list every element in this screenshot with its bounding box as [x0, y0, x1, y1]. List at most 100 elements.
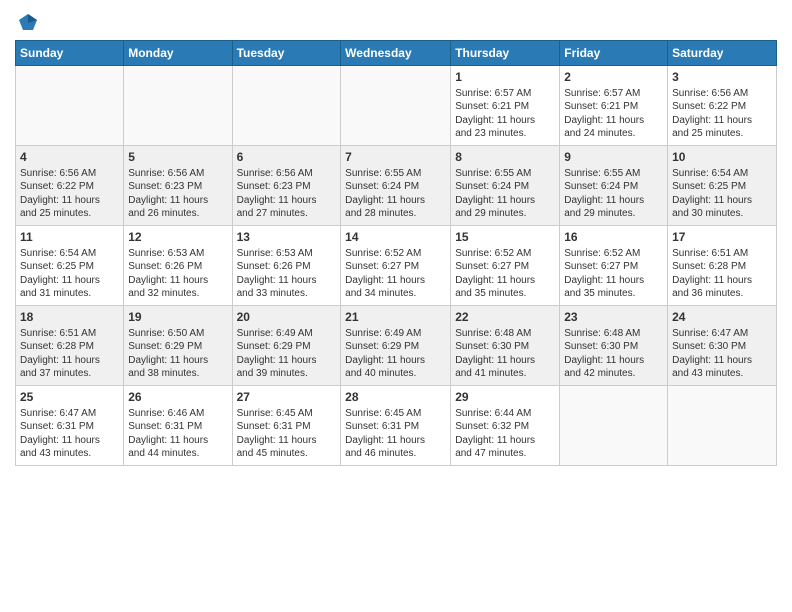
calendar-cell: 18Sunrise: 6:51 AM Sunset: 6:28 PM Dayli…	[16, 306, 124, 386]
day-info: Sunrise: 6:52 AM Sunset: 6:27 PM Dayligh…	[345, 247, 446, 301]
day-number: 21	[345, 309, 446, 326]
header-row	[15, 10, 777, 34]
calendar-table: SundayMondayTuesdayWednesdayThursdayFrid…	[15, 40, 777, 466]
day-info: Sunrise: 6:56 AM Sunset: 6:23 PM Dayligh…	[237, 167, 337, 221]
logo-flag-icon	[17, 12, 39, 34]
day-info: Sunrise: 6:52 AM Sunset: 6:27 PM Dayligh…	[564, 247, 663, 301]
day-info: Sunrise: 6:55 AM Sunset: 6:24 PM Dayligh…	[345, 167, 446, 221]
header-wednesday: Wednesday	[341, 41, 451, 66]
day-number: 2	[564, 69, 663, 86]
day-info: Sunrise: 6:45 AM Sunset: 6:31 PM Dayligh…	[237, 407, 337, 461]
header-row-days: SundayMondayTuesdayWednesdayThursdayFrid…	[16, 41, 777, 66]
calendar-cell: 13Sunrise: 6:53 AM Sunset: 6:26 PM Dayli…	[232, 226, 341, 306]
calendar-cell: 28Sunrise: 6:45 AM Sunset: 6:31 PM Dayli…	[341, 386, 451, 466]
calendar-body: 1 Sunrise: 6:57 AM Sunset: 6:21 PM Daylig…	[16, 66, 777, 466]
day-number: 28	[345, 389, 446, 406]
day-info: Sunrise: 6:56 AM Sunset: 6:22 PM Dayligh…	[20, 167, 119, 221]
day-number: 9	[564, 149, 663, 166]
day-info: Sunrise: 6:54 AM Sunset: 6:25 PM Dayligh…	[20, 247, 119, 301]
day-info: Sunrise: 6:50 AM Sunset: 6:29 PM Dayligh…	[128, 327, 227, 381]
calendar-cell: 29Sunrise: 6:44 AM Sunset: 6:32 PM Dayli…	[451, 386, 560, 466]
calendar-cell	[668, 386, 777, 466]
calendar-cell	[560, 386, 668, 466]
calendar-cell: 10Sunrise: 6:54 AM Sunset: 6:25 PM Dayli…	[668, 146, 777, 226]
day-number: 4	[20, 149, 119, 166]
day-number: 20	[237, 309, 337, 326]
calendar-week-5: 25Sunrise: 6:47 AM Sunset: 6:31 PM Dayli…	[16, 386, 777, 466]
calendar-week-4: 18Sunrise: 6:51 AM Sunset: 6:28 PM Dayli…	[16, 306, 777, 386]
header-tuesday: Tuesday	[232, 41, 341, 66]
day-number: 24	[672, 309, 772, 326]
header-friday: Friday	[560, 41, 668, 66]
day-number: 25	[20, 389, 119, 406]
calendar-cell: 3Sunrise: 6:56 AM Sunset: 6:22 PM Daylig…	[668, 66, 777, 146]
day-number: 12	[128, 229, 227, 246]
day-number: 1	[455, 69, 555, 86]
day-info: Sunrise: 6:55 AM Sunset: 6:24 PM Dayligh…	[455, 167, 555, 221]
calendar-cell	[341, 66, 451, 146]
day-info: Sunrise: 6:57 AM Sunset: 6:21 PM Dayligh…	[564, 87, 663, 141]
day-info: Sunrise: 6:56 AM Sunset: 6:23 PM Dayligh…	[128, 167, 227, 221]
calendar-cell: 14Sunrise: 6:52 AM Sunset: 6:27 PM Dayli…	[341, 226, 451, 306]
day-number: 13	[237, 229, 337, 246]
calendar-cell	[16, 66, 124, 146]
calendar-cell: 22Sunrise: 6:48 AM Sunset: 6:30 PM Dayli…	[451, 306, 560, 386]
day-info: Sunrise: 6:56 AM Sunset: 6:22 PM Dayligh…	[672, 87, 772, 141]
logo	[15, 14, 39, 34]
calendar-cell: 12Sunrise: 6:53 AM Sunset: 6:26 PM Dayli…	[124, 226, 232, 306]
calendar-cell: 15Sunrise: 6:52 AM Sunset: 6:27 PM Dayli…	[451, 226, 560, 306]
day-number: 27	[237, 389, 337, 406]
page: SundayMondayTuesdayWednesdayThursdayFrid…	[0, 0, 792, 476]
day-info: Sunrise: 6:49 AM Sunset: 6:29 PM Dayligh…	[345, 327, 446, 381]
day-number: 14	[345, 229, 446, 246]
calendar-cell: 20Sunrise: 6:49 AM Sunset: 6:29 PM Dayli…	[232, 306, 341, 386]
calendar-cell: 17Sunrise: 6:51 AM Sunset: 6:28 PM Dayli…	[668, 226, 777, 306]
day-number: 5	[128, 149, 227, 166]
header-saturday: Saturday	[668, 41, 777, 66]
calendar-cell: 4Sunrise: 6:56 AM Sunset: 6:22 PM Daylig…	[16, 146, 124, 226]
day-info: Sunrise: 6:51 AM Sunset: 6:28 PM Dayligh…	[20, 327, 119, 381]
day-info: Sunrise: 6:44 AM Sunset: 6:32 PM Dayligh…	[455, 407, 555, 461]
calendar-week-2: 4Sunrise: 6:56 AM Sunset: 6:22 PM Daylig…	[16, 146, 777, 226]
calendar-cell: 27Sunrise: 6:45 AM Sunset: 6:31 PM Dayli…	[232, 386, 341, 466]
calendar-header: SundayMondayTuesdayWednesdayThursdayFrid…	[16, 41, 777, 66]
day-info: Sunrise: 6:46 AM Sunset: 6:31 PM Dayligh…	[128, 407, 227, 461]
calendar-week-3: 11Sunrise: 6:54 AM Sunset: 6:25 PM Dayli…	[16, 226, 777, 306]
calendar-cell: 9Sunrise: 6:55 AM Sunset: 6:24 PM Daylig…	[560, 146, 668, 226]
header-monday: Monday	[124, 41, 232, 66]
day-info: Sunrise: 6:53 AM Sunset: 6:26 PM Dayligh…	[128, 247, 227, 301]
day-info: Sunrise: 6:54 AM Sunset: 6:25 PM Dayligh…	[672, 167, 772, 221]
day-number: 29	[455, 389, 555, 406]
day-info: Sunrise: 6:48 AM Sunset: 6:30 PM Dayligh…	[564, 327, 663, 381]
day-number: 18	[20, 309, 119, 326]
day-number: 7	[345, 149, 446, 166]
day-number: 11	[20, 229, 119, 246]
day-info: Sunrise: 6:55 AM Sunset: 6:24 PM Dayligh…	[564, 167, 663, 221]
day-number: 10	[672, 149, 772, 166]
calendar-cell: 11Sunrise: 6:54 AM Sunset: 6:25 PM Dayli…	[16, 226, 124, 306]
day-info: Sunrise: 6:49 AM Sunset: 6:29 PM Dayligh…	[237, 327, 337, 381]
day-number: 26	[128, 389, 227, 406]
calendar-cell: 6Sunrise: 6:56 AM Sunset: 6:23 PM Daylig…	[232, 146, 341, 226]
calendar-cell	[232, 66, 341, 146]
calendar-cell: 8Sunrise: 6:55 AM Sunset: 6:24 PM Daylig…	[451, 146, 560, 226]
day-info: Sunrise: 6:47 AM Sunset: 6:30 PM Dayligh…	[672, 327, 772, 381]
day-number: 17	[672, 229, 772, 246]
day-number: 16	[564, 229, 663, 246]
calendar-cell: 19Sunrise: 6:50 AM Sunset: 6:29 PM Dayli…	[124, 306, 232, 386]
day-number: 19	[128, 309, 227, 326]
calendar-week-1: 1 Sunrise: 6:57 AM Sunset: 6:21 PM Daylig…	[16, 66, 777, 146]
header-sunday: Sunday	[16, 41, 124, 66]
calendar-cell: 26Sunrise: 6:46 AM Sunset: 6:31 PM Dayli…	[124, 386, 232, 466]
day-info: Sunrise: 6:52 AM Sunset: 6:27 PM Dayligh…	[455, 247, 555, 301]
day-info: Sunrise: 6:53 AM Sunset: 6:26 PM Dayligh…	[237, 247, 337, 301]
calendar-cell: 23Sunrise: 6:48 AM Sunset: 6:30 PM Dayli…	[560, 306, 668, 386]
day-info: Sunrise: 6:48 AM Sunset: 6:30 PM Dayligh…	[455, 327, 555, 381]
day-number: 8	[455, 149, 555, 166]
calendar-cell: 2Sunrise: 6:57 AM Sunset: 6:21 PM Daylig…	[560, 66, 668, 146]
calendar-cell: 5Sunrise: 6:56 AM Sunset: 6:23 PM Daylig…	[124, 146, 232, 226]
day-info: Sunrise: 6:47 AM Sunset: 6:31 PM Dayligh…	[20, 407, 119, 461]
calendar-cell: 25Sunrise: 6:47 AM Sunset: 6:31 PM Dayli…	[16, 386, 124, 466]
calendar-cell: 1Sunrise: 6:57 AM Sunset: 6:21 PM Daylig…	[451, 66, 560, 146]
calendar-cell: 21Sunrise: 6:49 AM Sunset: 6:29 PM Dayli…	[341, 306, 451, 386]
